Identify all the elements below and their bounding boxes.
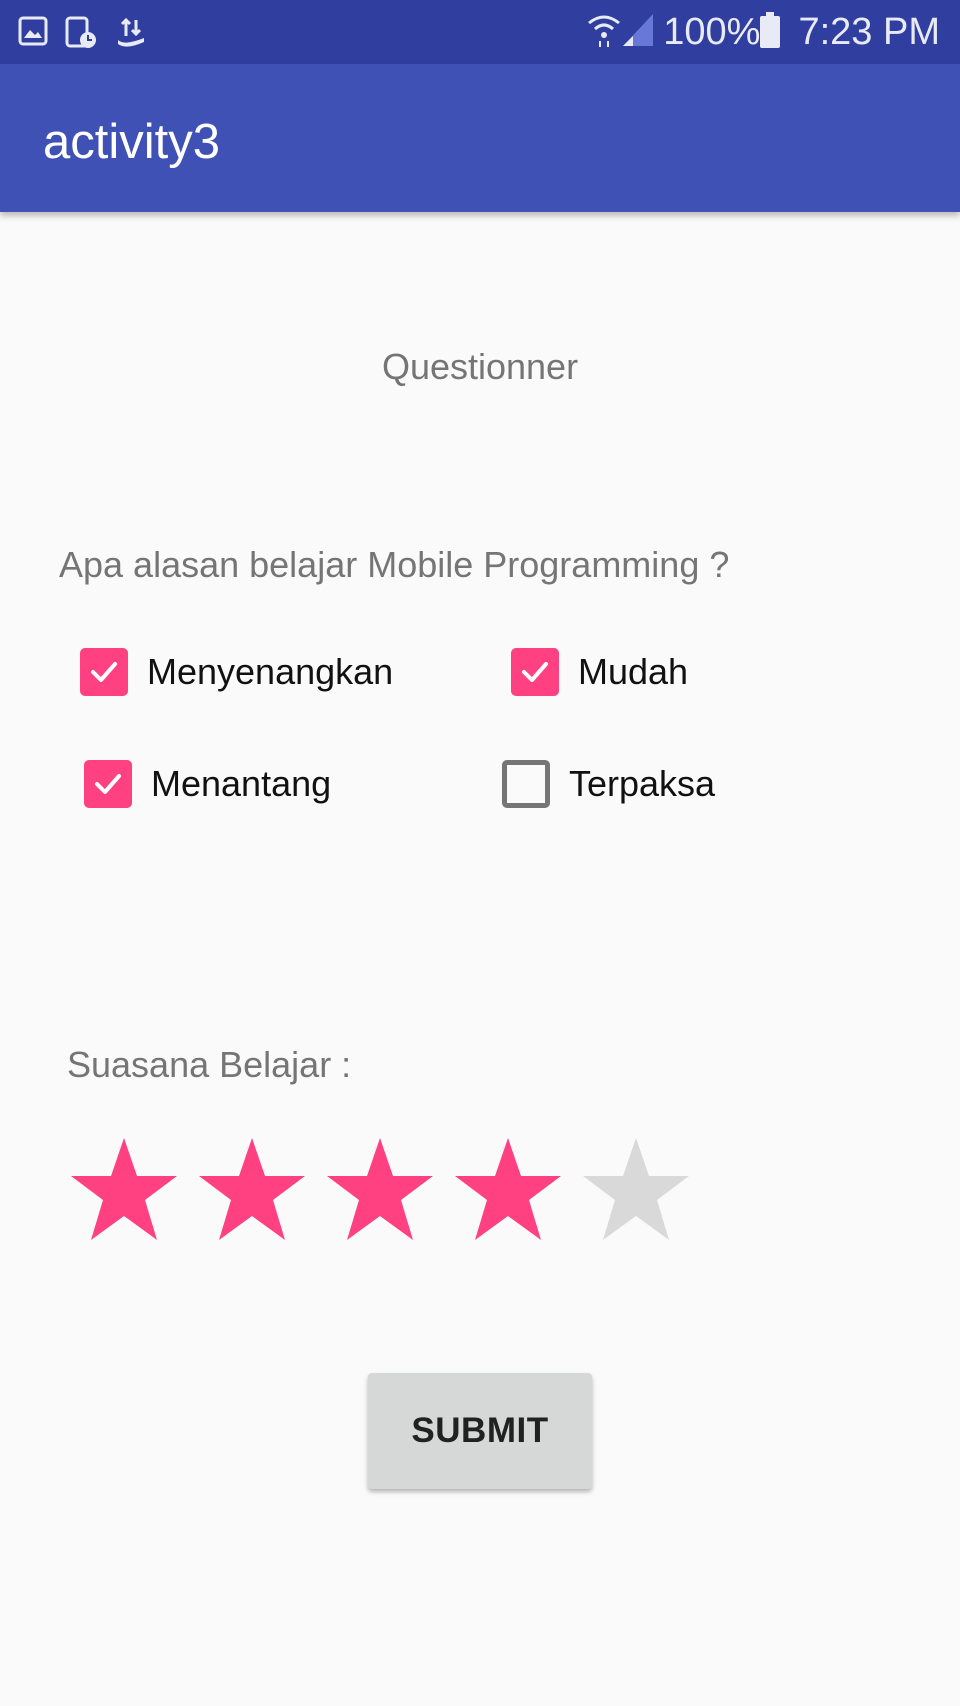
- star-empty-icon[interactable]: [582, 1136, 690, 1242]
- checkbox-label[interactable]: Menyenangkan: [147, 651, 393, 693]
- page-title: Questionner: [381, 346, 579, 387]
- signal-icon: [621, 12, 655, 53]
- battery-percent: 100%: [663, 10, 761, 53]
- checkbox-mudah[interactable]: Mudah: [511, 644, 688, 700]
- screenshot-timer-icon: [64, 16, 98, 50]
- star-filled-icon[interactable]: [454, 1136, 562, 1242]
- star-filled-icon[interactable]: [198, 1136, 306, 1242]
- transfer-icon: [114, 16, 148, 50]
- rating-label: Suasana Belajar :: [67, 1044, 352, 1085]
- submit-button[interactable]: SUBMIT: [368, 1373, 592, 1489]
- star-filled-icon[interactable]: [70, 1136, 178, 1242]
- notification-icons: [18, 16, 148, 50]
- app-bar: activity3: [0, 64, 960, 212]
- checkbox-checked-icon[interactable]: [84, 760, 132, 808]
- checkbox-menantang[interactable]: Menantang: [84, 756, 331, 812]
- wifi-icon: [587, 11, 621, 54]
- checkbox-checked-icon[interactable]: [80, 648, 128, 696]
- clock: 7:23 PM: [798, 10, 940, 53]
- system-icons: 100% 7:23 PM: [587, 8, 940, 56]
- checkbox-label[interactable]: Mudah: [578, 651, 688, 693]
- question-text: Apa alasan belajar Mobile Programming ?: [59, 544, 730, 585]
- battery-icon: [760, 11, 781, 53]
- gallery-icon: [18, 16, 48, 50]
- status-bar: 100% 7:23 PM: [0, 0, 960, 64]
- rating-bar[interactable]: [70, 1136, 690, 1242]
- star-filled-icon[interactable]: [326, 1136, 434, 1242]
- checkbox-menyenangkan[interactable]: Menyenangkan: [80, 644, 393, 700]
- checkbox-unchecked-icon[interactable]: [502, 760, 550, 808]
- checkbox-terpaksa[interactable]: Terpaksa: [502, 756, 715, 812]
- checkbox-label[interactable]: Menantang: [151, 763, 331, 805]
- app-title: activity3: [43, 115, 221, 169]
- checkbox-label[interactable]: Terpaksa: [569, 763, 715, 805]
- checkbox-checked-icon[interactable]: [511, 648, 559, 696]
